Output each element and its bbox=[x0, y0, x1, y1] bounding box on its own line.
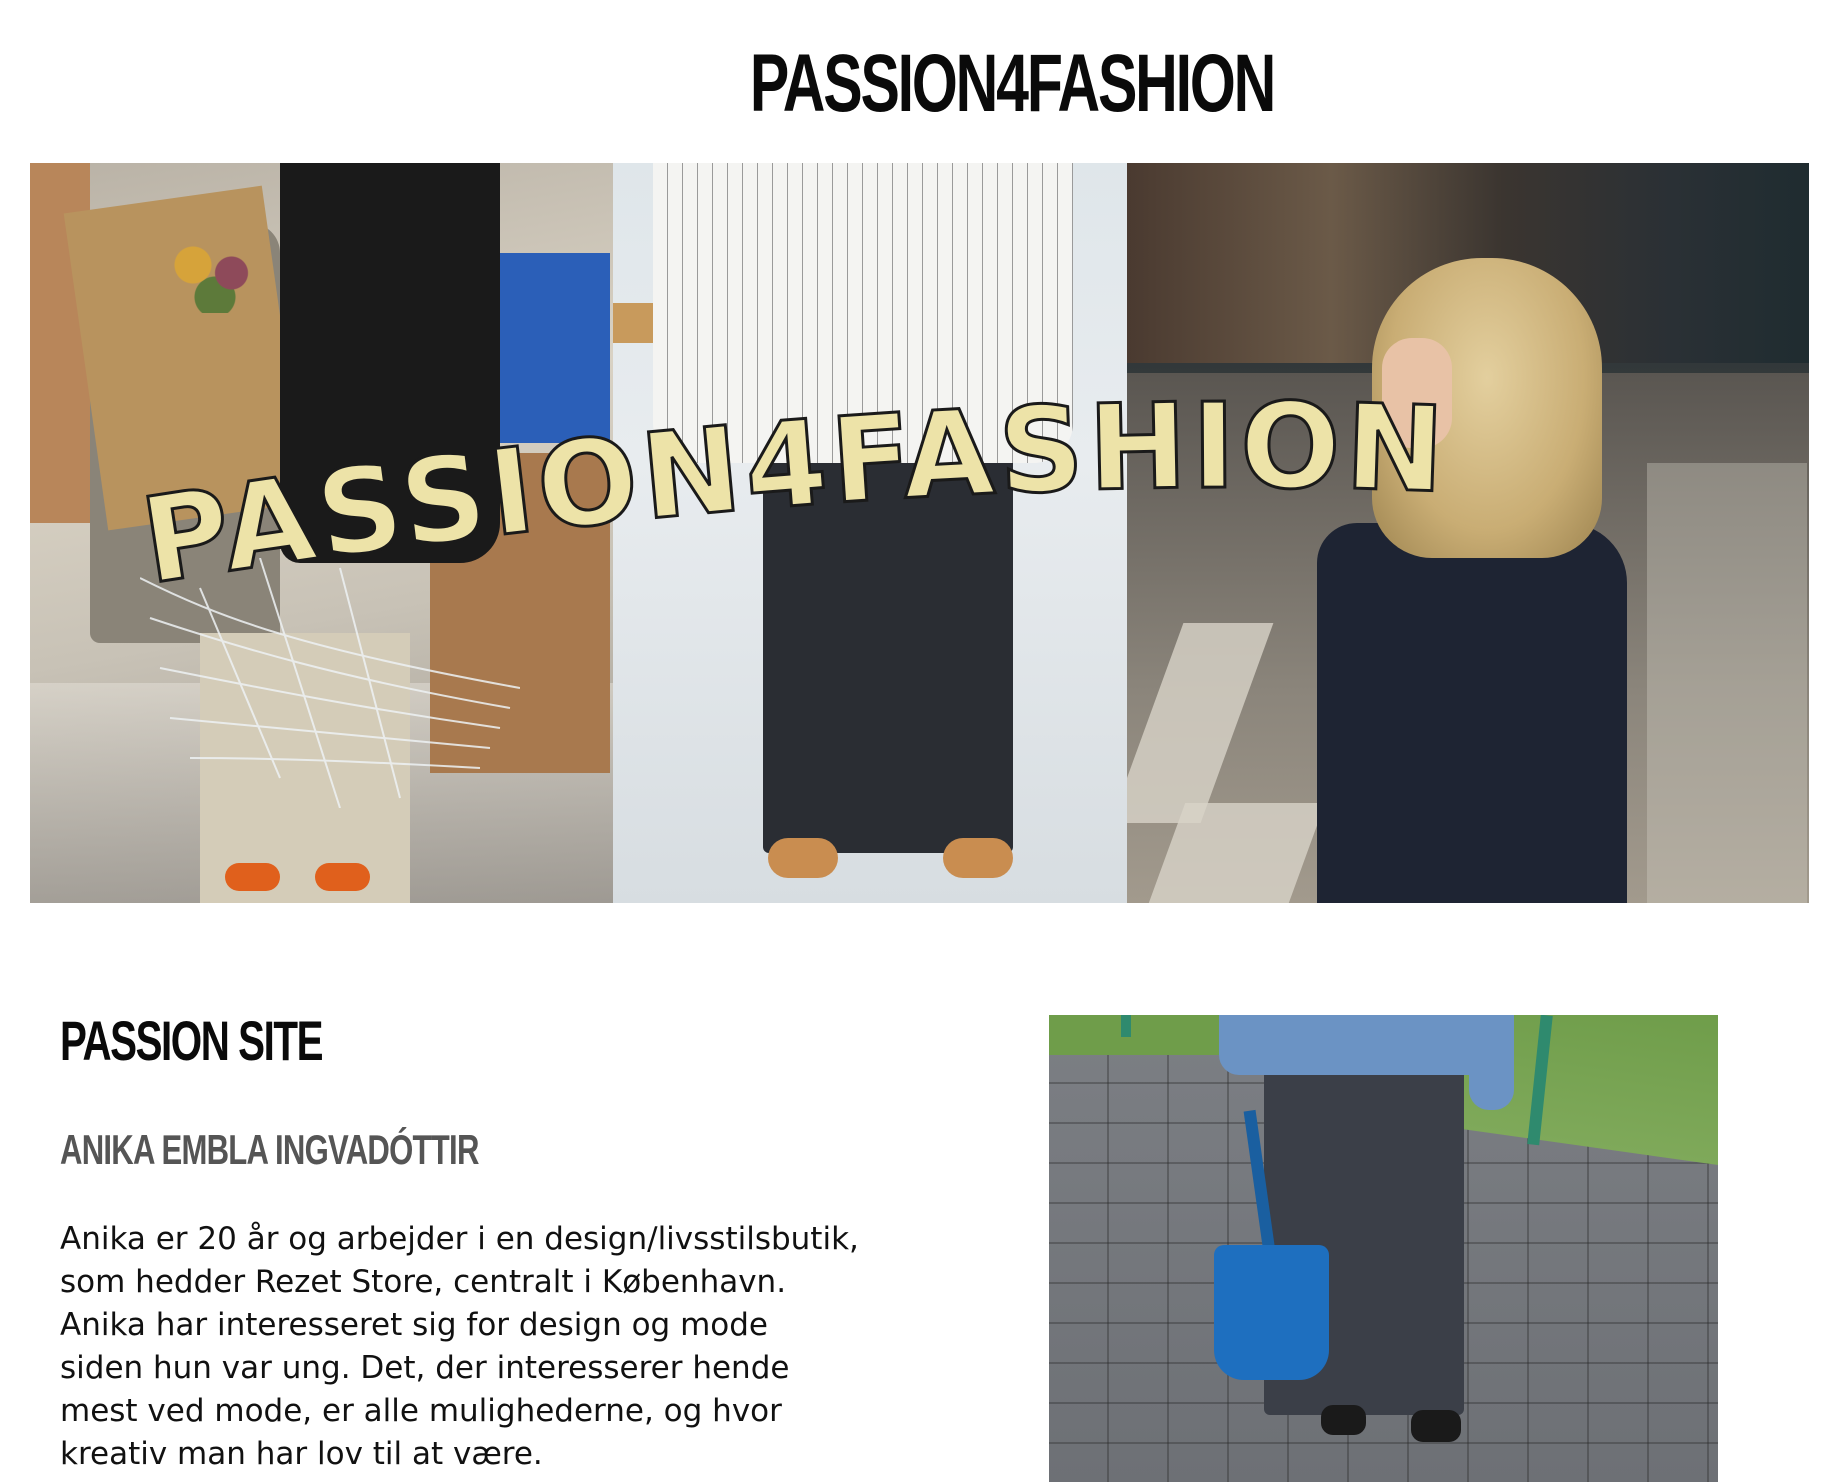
bio-paragraph: Anika er 20 år og arbejder i en design/l… bbox=[60, 1221, 859, 1472]
cracked-glass-overlay bbox=[140, 558, 520, 808]
banner-photo-store bbox=[30, 163, 613, 903]
hero-banner: PASSION4FASHION bbox=[30, 163, 1809, 903]
section-title: PASSION SITE bbox=[60, 1009, 323, 1072]
person-name: ANIKA EMBLA INGVADÓTTIR bbox=[60, 1126, 479, 1173]
site-title: PASSION4FASHION bbox=[749, 38, 1276, 129]
portrait-photo bbox=[1049, 1015, 1718, 1482]
banner-photo-shirt bbox=[613, 163, 1127, 903]
banner-photo-street bbox=[1127, 163, 1809, 903]
